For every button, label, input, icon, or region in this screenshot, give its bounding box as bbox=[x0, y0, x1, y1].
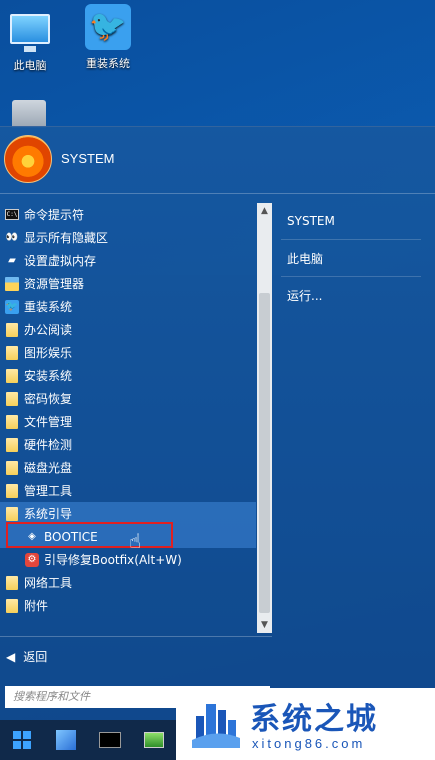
item-label: 附件 bbox=[24, 599, 49, 613]
city-logo-icon bbox=[192, 704, 240, 748]
computer-icon bbox=[6, 5, 54, 53]
highlight-box bbox=[6, 522, 173, 548]
bootfix-icon: ⚙ bbox=[25, 552, 39, 567]
list-item-accessories[interactable]: 附件 bbox=[0, 594, 256, 617]
list-item-show-hidden[interactable]: 👀 显示所有隐藏区 bbox=[0, 226, 256, 249]
list-item-cmd[interactable]: C:\ 命令提示符 bbox=[0, 203, 256, 226]
watermark-title: 系统之城 bbox=[250, 702, 378, 737]
folder-icon bbox=[5, 345, 19, 360]
list-item-admin-tools[interactable]: 管理工具 bbox=[0, 479, 256, 502]
item-label: 安装系统 bbox=[24, 369, 73, 383]
folder-icon bbox=[5, 368, 19, 383]
scrollbar-thumb[interactable] bbox=[259, 293, 270, 613]
item-label: 图形娱乐 bbox=[24, 346, 73, 360]
right-item-run[interactable]: 运行... bbox=[281, 277, 421, 314]
list-item-bootfix[interactable]: ⚙ 引导修复Bootfix(Alt+W) bbox=[0, 548, 256, 571]
desktop-icon-reinstall[interactable]: 🐦 重装系统 bbox=[78, 3, 138, 71]
divider bbox=[0, 193, 435, 194]
avatar[interactable] bbox=[4, 135, 52, 183]
start-button[interactable] bbox=[0, 720, 44, 760]
taskbar-app-cmd[interactable] bbox=[88, 720, 132, 760]
taskbar-app-green[interactable] bbox=[132, 720, 176, 760]
scroll-up-icon[interactable]: ▲ bbox=[257, 203, 272, 219]
scroll-down-icon[interactable]: ▼ bbox=[257, 617, 272, 633]
item-label: 硬件检测 bbox=[24, 438, 73, 452]
item-label: 引导修复Bootfix(Alt+W) bbox=[44, 553, 182, 567]
user-row[interactable]: SYSTEM bbox=[0, 127, 435, 191]
item-label: 命令提示符 bbox=[24, 208, 85, 222]
divider bbox=[0, 636, 272, 637]
cmd-icon: C:\ bbox=[5, 209, 19, 220]
folder-icon bbox=[5, 598, 19, 613]
list-item-files[interactable]: 文件管理 bbox=[0, 410, 256, 433]
scrollbar[interactable]: ▲ ▼ bbox=[257, 203, 272, 633]
desktop-icon-label: 重装系统 bbox=[86, 57, 130, 70]
explorer-icon bbox=[5, 276, 19, 291]
folder-icon bbox=[5, 322, 19, 337]
memory-icon: ▰ bbox=[8, 255, 16, 266]
item-label: 显示所有隐藏区 bbox=[24, 231, 109, 245]
back-button[interactable]: ◀ 返回 bbox=[6, 648, 47, 665]
item-label: 文件管理 bbox=[24, 415, 73, 429]
watermark: 系统之城 xitong86.com bbox=[176, 688, 435, 760]
hand-cursor-icon: ☝ bbox=[129, 529, 142, 553]
list-item-reinstall[interactable]: 🐦 重装系统 bbox=[0, 295, 256, 318]
windows-logo-icon bbox=[13, 731, 31, 749]
folder-icon bbox=[5, 483, 19, 498]
desktop-icon-label: 此电脑 bbox=[13, 59, 47, 72]
folder-icon bbox=[5, 460, 19, 475]
folder-icon bbox=[5, 414, 19, 429]
item-label: 网络工具 bbox=[24, 576, 73, 590]
list-item-graphics[interactable]: 图形娱乐 bbox=[0, 341, 256, 364]
user-name: SYSTEM bbox=[61, 151, 115, 166]
taskbar-app-cube[interactable] bbox=[44, 720, 88, 760]
right-item-this-pc[interactable]: 此电脑 bbox=[281, 240, 421, 277]
item-label: 设置虚拟内存 bbox=[24, 254, 97, 268]
desktop-icon-this-pc[interactable]: 此电脑 bbox=[0, 5, 60, 73]
item-label: 磁盘光盘 bbox=[24, 461, 73, 475]
list-item-office[interactable]: 办公阅读 bbox=[0, 318, 256, 341]
list-item-install-system[interactable]: 安装系统 bbox=[0, 364, 256, 387]
item-label: 重装系统 bbox=[24, 300, 73, 314]
back-label: 返回 bbox=[23, 650, 48, 664]
folder-icon bbox=[5, 506, 19, 521]
folder-icon bbox=[5, 437, 19, 452]
list-item-explorer[interactable]: 资源管理器 bbox=[0, 272, 256, 295]
item-label: 密码恢复 bbox=[24, 392, 73, 406]
list-item-disk[interactable]: 磁盘光盘 bbox=[0, 456, 256, 479]
right-pane: SYSTEM 此电脑 运行... bbox=[281, 203, 421, 314]
item-label: 管理工具 bbox=[24, 484, 73, 498]
folder-icon bbox=[5, 391, 19, 406]
app-icon bbox=[144, 732, 164, 748]
folder-icon bbox=[5, 575, 19, 590]
list-item-virtual-memory[interactable]: ▰ 设置虚拟内存 bbox=[0, 249, 256, 272]
twitter-bird-icon: 🐦 bbox=[5, 299, 19, 314]
recycle-bin-icon[interactable] bbox=[12, 100, 46, 128]
back-arrow-icon: ◀ bbox=[6, 649, 16, 664]
list-item-hardware[interactable]: 硬件检测 bbox=[0, 433, 256, 456]
program-list: C:\ 命令提示符 👀 显示所有隐藏区 ▰ 设置虚拟内存 资源管理器 🐦 重装系… bbox=[0, 203, 256, 633]
list-item-password[interactable]: 密码恢复 bbox=[0, 387, 256, 410]
twitter-bird-icon: 🐦 bbox=[84, 3, 132, 51]
right-item-system[interactable]: SYSTEM bbox=[281, 203, 421, 240]
cube-icon bbox=[56, 730, 76, 750]
item-label: 系统引导 bbox=[24, 507, 73, 521]
watermark-url: xitong86.com bbox=[252, 736, 366, 751]
list-item-network[interactable]: 网络工具 bbox=[0, 571, 256, 594]
cmd-icon bbox=[99, 732, 121, 748]
item-label: 办公阅读 bbox=[24, 323, 73, 337]
eye-icon: 👀 bbox=[5, 232, 19, 243]
item-label: 资源管理器 bbox=[24, 277, 85, 291]
